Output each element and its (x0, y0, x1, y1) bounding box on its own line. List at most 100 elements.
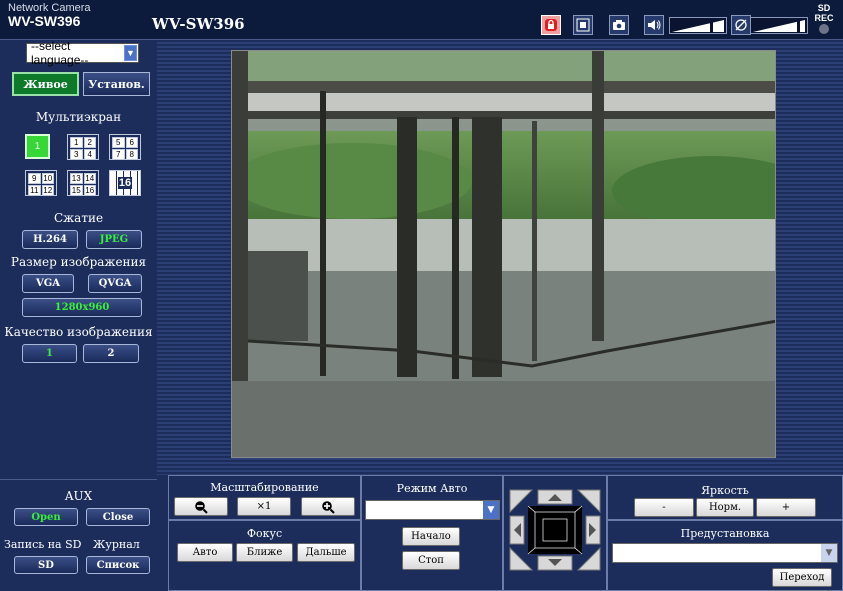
brightness-section: Яркость - Норм. + (607, 475, 843, 520)
chevron-down-icon: ▼ (483, 501, 499, 519)
brightness-plus-button[interactable]: + (756, 498, 816, 517)
cell: 15 (70, 185, 83, 196)
compression-title: Сжатие (53, 211, 104, 225)
cell: 4 (83, 149, 96, 160)
brightness-minus-button[interactable]: - (634, 498, 694, 517)
image-size-title: Размер изображения (10, 255, 147, 269)
cell: 16 (83, 185, 96, 196)
cell: 12 (41, 185, 54, 196)
speaker-volume-slider[interactable] (669, 17, 727, 34)
brightness-normal-button[interactable]: Норм. (696, 498, 754, 517)
camera-icon (613, 20, 625, 30)
page-title: WV-SW396 (152, 15, 245, 33)
quad-view-13-16-button[interactable]: 13 14 15 16 (67, 170, 99, 196)
log-list-button[interactable]: Список (86, 556, 150, 574)
cell: 1 (70, 137, 83, 148)
cell: 3 (70, 149, 83, 160)
camera-scene-icon (232, 51, 775, 457)
sixteen-view-label: 16 (117, 177, 133, 189)
preset-select[interactable]: ▼ (612, 543, 838, 563)
brand: Network Camera WV-SW396 (8, 2, 91, 29)
auto-mode-section: Режим Авто ▼ Начало Стоп (361, 475, 503, 591)
focus-near-button[interactable]: Ближе (236, 543, 293, 562)
tab-setup[interactable]: Установ. (83, 72, 150, 96)
h264-button[interactable]: H.264 (22, 230, 78, 249)
sd-rec-indicator: SD REC (810, 3, 838, 34)
aux-close-button[interactable]: Close (86, 508, 150, 526)
cell: 7 (112, 149, 125, 160)
volume-level-icon (753, 19, 805, 32)
brand-model: WV-SW396 (8, 13, 81, 29)
focus-far-button[interactable]: Дальше (297, 543, 355, 562)
speaker-button[interactable] (644, 15, 664, 35)
jpeg-button[interactable]: JPEG (86, 230, 142, 249)
sixteen-view-button[interactable]: 16 (109, 170, 141, 196)
pan-tilt-section (503, 475, 607, 591)
focus-auto-button[interactable]: Авто (177, 543, 233, 562)
mic-volume-slider[interactable] (750, 17, 808, 34)
mic-mute-button[interactable] (731, 15, 751, 35)
sd-rec-led-icon (819, 24, 829, 34)
zoom-in-button[interactable] (301, 497, 355, 516)
cell: 13 (70, 173, 83, 184)
aux-open-button[interactable]: Open (14, 508, 78, 526)
fullscreen-icon (576, 18, 590, 32)
zoom-title: Масштабирование (210, 481, 319, 494)
log-title: Журнал (93, 538, 140, 551)
preset-title: Предустановка (680, 527, 770, 540)
cell: 11 (28, 185, 41, 196)
cell: 2 (83, 137, 96, 148)
sd-button[interactable]: SD (14, 556, 78, 574)
sd-rec-label: SD REC (814, 3, 834, 23)
camera-live-image[interactable] (231, 50, 776, 458)
language-select[interactable]: --select language-- ▼ (26, 39, 139, 67)
language-select-value: --select language-- (31, 39, 89, 67)
snapshot-button[interactable] (609, 15, 629, 35)
divider (0, 479, 157, 480)
quad-view-5-8-button[interactable]: 5678 (109, 134, 141, 160)
cell: 6 (125, 137, 138, 148)
aux-title: AUX (64, 489, 93, 503)
zoom-in-icon (322, 500, 335, 514)
volume-level-icon (672, 19, 724, 32)
zoom-out-button[interactable] (174, 497, 228, 516)
single-view-label: 1 (34, 141, 41, 152)
multiscreen-title: Мультиэкран (35, 110, 122, 124)
brightness-title: Яркость (701, 484, 749, 497)
zoom-x1-button[interactable]: ×1 (237, 497, 291, 516)
image-quality-title: Качество изображения (4, 325, 153, 339)
quad-view-1-4-button[interactable]: 1234 (67, 134, 99, 160)
cell: 10 (41, 173, 54, 184)
auto-mode-select[interactable]: ▼ (365, 500, 500, 520)
auto-stop-button[interactable]: Стоп (402, 551, 460, 570)
header-bar: Network Camera WV-SW396 WV-SW396 SD REC (0, 0, 843, 40)
sd-record-title: Запись на SD (4, 538, 82, 551)
cell: 14 (83, 173, 96, 184)
microphone-mute-icon (735, 19, 747, 31)
resolution-1280x960-button[interactable]: 1280x960 (22, 298, 142, 317)
auto-start-button[interactable]: Начало (402, 527, 460, 546)
zoom-out-icon (195, 500, 208, 514)
fullscreen-button[interactable] (573, 15, 593, 35)
chevron-down-icon: ▼ (123, 45, 137, 61)
cell: 8 (125, 149, 138, 160)
focus-title: Фокус (246, 527, 283, 540)
speaker-icon (648, 20, 661, 30)
auto-mode-title: Режим Авто (396, 482, 468, 495)
vga-button[interactable]: VGA (22, 274, 74, 293)
quad-view-9-12-button[interactable]: 9 10 11 12 (25, 170, 57, 196)
cell: 9 (28, 173, 41, 184)
zoom-section: Масштабирование ×1 (168, 475, 361, 520)
tab-live[interactable]: Живое (12, 72, 79, 96)
quality-2-button[interactable]: 2 (83, 344, 139, 363)
alarm-icon (545, 19, 557, 31)
pan-tilt-pad-icon[interactable] (508, 488, 602, 572)
qvga-button[interactable]: QVGA (88, 274, 142, 293)
alarm-button[interactable] (541, 15, 561, 35)
chevron-down-icon: ▼ (821, 544, 837, 562)
preset-go-button[interactable]: Переход (772, 568, 832, 587)
single-view-button[interactable]: 1 (25, 134, 50, 159)
preset-section: Предустановка ▼ Переход (607, 520, 843, 591)
cell: 5 (112, 137, 125, 148)
quality-1-button[interactable]: 1 (22, 344, 77, 363)
